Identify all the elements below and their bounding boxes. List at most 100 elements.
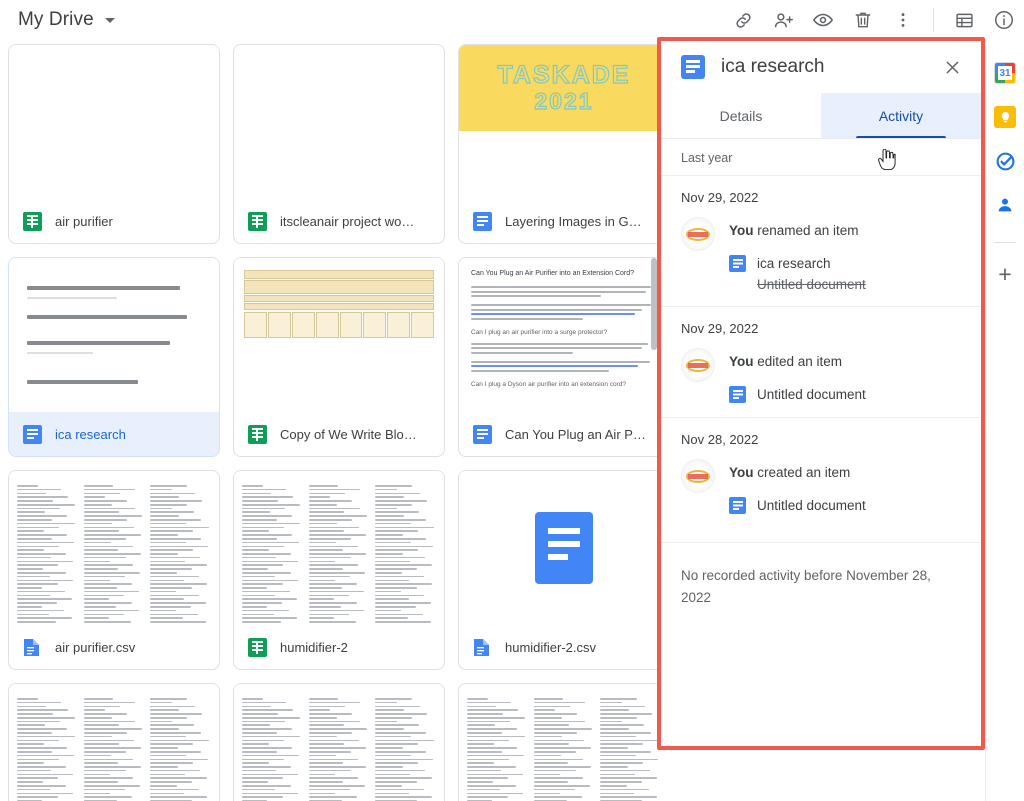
- csv-thumbnail-line: [17, 773, 74, 776]
- csv-file-icon: [473, 638, 492, 657]
- activity-group: Nov 29, 2022 You renamed an item ica res…: [661, 175, 981, 306]
- google-keep-icon[interactable]: [994, 106, 1016, 128]
- activity-main: You created an item Untitled document: [729, 459, 961, 514]
- close-icon[interactable]: [939, 54, 965, 80]
- file-thumbnail: [9, 471, 219, 625]
- csv-thumbnail-line: [375, 758, 433, 761]
- tab-details[interactable]: Details: [661, 93, 821, 139]
- panel-inner: ica research Details Activity Last year …: [661, 41, 981, 746]
- csv-thumbnail-line: [600, 716, 637, 719]
- google-tasks-icon[interactable]: [994, 150, 1016, 172]
- csv-thumbnail-line: [242, 485, 264, 487]
- file-card[interactable]: air purifier.csv: [8, 470, 220, 670]
- activity-main: You renamed an item ica research Untitle…: [729, 217, 961, 292]
- file-grid-area[interactable]: air purifier itscleanair project wo… TAS…: [0, 40, 660, 801]
- csv-thumbnail-line: [375, 613, 424, 616]
- tab-activity[interactable]: Activity: [821, 93, 981, 139]
- csv-thumbnail-line: [83, 766, 141, 768]
- activity-date: Nov 28, 2022: [681, 432, 759, 447]
- activity-actor: You: [729, 354, 754, 369]
- csv-thumbnail: [9, 684, 219, 801]
- csv-thumbnail-line: [533, 705, 571, 708]
- csv-thumbnail-line: [17, 769, 51, 772]
- file-card[interactable]: dehumidifier-2.csv: [233, 683, 445, 801]
- panel-header: ica research: [661, 41, 981, 93]
- get-link-button[interactable]: [723, 0, 763, 40]
- csv-thumbnail-line: [242, 728, 293, 730]
- csv-thumbnail-line: [83, 522, 112, 525]
- google-calendar-icon[interactable]: 31: [994, 62, 1016, 84]
- csv-thumbnail-line: [375, 575, 425, 578]
- csv-thumbnail-line: [83, 720, 135, 723]
- csv-thumbnail-line: [150, 545, 208, 548]
- csv-thumbnail-line: [467, 784, 516, 787]
- file-card-footer: Copy of We Write Blo…: [234, 412, 444, 456]
- activity-feed[interactable]: Last year Nov 29, 2022 You renamed an it…: [661, 139, 981, 746]
- csv-thumbnail-line: [375, 534, 404, 536]
- details-button[interactable]: [984, 0, 1024, 40]
- csv-thumbnail-line: [308, 777, 358, 779]
- csv-thumbnail-line: [150, 754, 186, 757]
- csv-thumbnail-line: [375, 511, 420, 514]
- csv-thumbnail-line: [375, 792, 410, 795]
- csv-thumbnail-line: [242, 522, 300, 525]
- csv-thumbnail-line: [242, 503, 301, 506]
- google-contacts-icon[interactable]: [994, 194, 1016, 216]
- page-title: My Drive: [18, 9, 94, 30]
- article-thumb-title: Can You Plug an Air Purifier into an Ext…: [471, 270, 635, 277]
- csv-thumbnail-line: [308, 747, 367, 749]
- csv-thumbnail-line: [242, 769, 276, 772]
- toolbar-actions: [723, 0, 1024, 40]
- csv-thumbnail-line: [150, 507, 172, 510]
- panel-scrollbar[interactable]: [651, 258, 657, 350]
- file-card[interactable]: TASKADE 2021 Layering Images in G…: [458, 44, 660, 244]
- csv-thumbnail-line: [150, 594, 199, 597]
- csv-thumbnail-line: [467, 739, 510, 742]
- csv-thumbnail-line: [17, 777, 59, 779]
- csv-thumbnail-line: [83, 568, 118, 570]
- file-card[interactable]: itscleanair project wo…: [233, 44, 445, 244]
- csv-thumbnail-line: [375, 621, 431, 623]
- add-app-button[interactable]: +: [998, 263, 1011, 286]
- csv-thumbnail-line: [467, 720, 511, 723]
- csv-thumbnail-line: [533, 747, 592, 749]
- csv-thumbnail-line: [375, 709, 405, 711]
- preview-button[interactable]: [803, 0, 843, 40]
- file-card-selected[interactable]: ica research: [8, 257, 220, 457]
- csv-thumbnail-line: [17, 579, 73, 582]
- csv-thumbnail-line: [17, 537, 52, 540]
- csv-thumbnail-line: [17, 564, 59, 566]
- file-card[interactable]: dehumidifier: [458, 683, 660, 801]
- csv-thumbnail-line: [308, 549, 344, 551]
- csv-thumbnail-line: [83, 781, 118, 783]
- file-card[interactable]: dehumidifier-2: [8, 683, 220, 801]
- toolbar-divider: [933, 8, 934, 32]
- csv-thumbnail-line: [150, 698, 188, 700]
- csv-thumbnail-line: [375, 716, 412, 719]
- file-card[interactable]: Can You Plug an Air Purifier into an Ext…: [458, 257, 660, 457]
- file-name: Copy of We Write Blo…: [280, 426, 417, 442]
- file-thumbnail: [234, 684, 444, 801]
- csv-thumbnail-line: [467, 777, 509, 779]
- csv-thumbnail-line: [242, 568, 269, 570]
- csv-thumbnail-line: [375, 598, 409, 601]
- activity-file[interactable]: ica research: [729, 255, 961, 272]
- list-view-button[interactable]: [944, 0, 984, 40]
- file-name: Can You Plug an Air P…: [505, 426, 646, 442]
- file-card[interactable]: humidifier-2.csv: [458, 470, 660, 670]
- activity-file[interactable]: Untitled document: [729, 386, 961, 403]
- chevron-down-icon[interactable]: [104, 17, 115, 23]
- csv-thumbnail-line: [375, 762, 418, 764]
- more-actions-button[interactable]: [883, 0, 923, 40]
- share-button[interactable]: [763, 0, 803, 40]
- csv-thumbnail-line: [242, 515, 293, 517]
- file-card[interactable]: Copy of We Write Blo…: [233, 257, 445, 457]
- file-card[interactable]: air purifier: [8, 44, 220, 244]
- file-card[interactable]: humidifier-2: [233, 470, 445, 670]
- remove-button[interactable]: [843, 0, 883, 40]
- activity-file[interactable]: Untitled document: [729, 497, 961, 514]
- csv-thumbnail-line: [17, 754, 75, 757]
- csv-thumbnail-line: [150, 541, 186, 544]
- csv-thumbnail-line: [150, 587, 192, 589]
- csv-thumbnail-line: [600, 792, 635, 795]
